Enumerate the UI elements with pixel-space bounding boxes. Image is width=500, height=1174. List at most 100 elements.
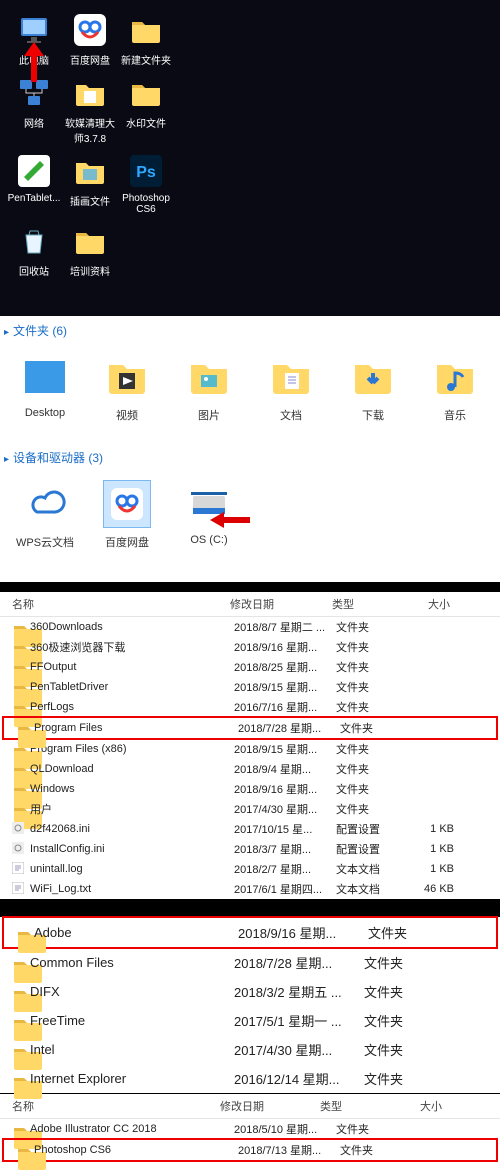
row-uninstall-log[interactable]: unintall.log2018/2/7 星期...文本文档1 KB	[0, 859, 500, 879]
col-size[interactable]: 大小	[398, 596, 458, 612]
folder-icon	[16, 1143, 30, 1157]
desktop-icon-pentablet[interactable]: PenTablet...	[6, 153, 62, 215]
row-wifi-log[interactable]: WiFi_Log.txt2017/6/1 星期四...文本文档46 KB	[0, 879, 500, 899]
file-size: 1 KB	[402, 863, 462, 875]
file-date: 2018/9/15 星期...	[234, 741, 336, 757]
file-date: 2018/9/4 星期...	[234, 761, 336, 777]
row-installconfig[interactable]: InstallConfig.ini2018/3/7 星期...配置设置1 KB	[0, 839, 500, 859]
file-type: 文本文档	[336, 861, 402, 877]
row-program-files-x86[interactable]: Program Files (x86)2018/9/15 星期...文件夹	[0, 739, 500, 759]
library-documents[interactable]: 文档	[256, 353, 326, 423]
desktop-icon-watermark[interactable]: 水印文件	[118, 75, 174, 145]
folder-icon	[128, 75, 164, 111]
row-360downloads[interactable]: 360Downloads2018/8/7 星期二 ...文件夹	[0, 617, 500, 637]
baidu-icon	[103, 480, 151, 528]
row-program-files[interactable]: Program Files2018/7/28 星期...文件夹	[4, 718, 496, 738]
folder-icon	[12, 956, 26, 970]
wps-cloud-icon	[21, 480, 69, 528]
file-date: 2018/7/13 星期...	[238, 1142, 340, 1158]
file-name: Internet Explorer	[30, 1071, 234, 1086]
row-perflogs[interactable]: PerfLogs2016/7/16 星期...文件夹	[0, 697, 500, 717]
file-date: 2018/9/16 星期...	[234, 639, 336, 655]
row-intel[interactable]: Intel2017/4/30 星期...文件夹	[0, 1035, 500, 1064]
desktop-icon-label: 水印文件	[118, 115, 174, 130]
ini-icon	[12, 842, 26, 856]
library-music[interactable]: 音乐	[420, 353, 490, 423]
drive-baidu[interactable]: 百度网盘	[92, 480, 162, 550]
desktop-icon-training[interactable]: 培训资料	[62, 223, 118, 278]
library-pictures[interactable]: 图片	[174, 353, 244, 423]
row-windows[interactable]: Windows2018/9/16 星期...文件夹	[0, 779, 500, 799]
row-illustrator[interactable]: Adobe Illustrator CC 20182018/5/10 星期...…	[0, 1119, 500, 1139]
folder-icon	[12, 660, 26, 674]
folder-doc-icon	[72, 75, 108, 111]
divider	[0, 899, 500, 917]
file-type: 文件夹	[336, 761, 402, 777]
row-photoshop-cs6[interactable]: Photoshop CS62018/7/13 星期...文件夹	[4, 1140, 496, 1160]
folder-icon	[128, 12, 164, 48]
file-name: Adobe Illustrator CC 2018	[30, 1123, 234, 1135]
folder-icon	[16, 926, 30, 940]
file-type: 文本文档	[336, 881, 402, 897]
app-green-icon	[16, 153, 52, 189]
file-type: 文件夹	[336, 781, 402, 797]
library-label: 下载	[338, 407, 408, 423]
row-difx[interactable]: DIFX2018/3/2 星期五 ...文件夹	[0, 977, 500, 1006]
desktop-icon-label: Photoshop CS6	[118, 193, 174, 215]
file-date: 2018/5/10 星期...	[234, 1121, 336, 1137]
desktop-icon-recycle-bin[interactable]: 回收站	[6, 223, 62, 278]
row-qldownload[interactable]: QLDownload2018/9/4 星期...文件夹	[0, 759, 500, 779]
txt-icon	[12, 882, 26, 896]
row-adobe[interactable]: Adobe2018/9/16 星期...文件夹	[4, 918, 496, 947]
file-type: 文件夹	[336, 699, 402, 715]
file-date: 2018/3/2 星期五 ...	[234, 982, 364, 1001]
library-videos[interactable]: 视频	[92, 353, 162, 423]
file-type: 文件夹	[336, 619, 402, 635]
folder-icon	[12, 1014, 26, 1028]
col-type[interactable]: 类型	[320, 1098, 390, 1114]
downloads-icon	[349, 353, 397, 401]
desktop-tile-icon	[21, 353, 69, 401]
file-name: WiFi_Log.txt	[30, 883, 234, 895]
divider	[0, 582, 500, 592]
row-users[interactable]: 用户2017/4/30 星期...文件夹	[0, 799, 500, 819]
drive-label: 百度网盘	[92, 534, 162, 550]
folders-section-title[interactable]: 文件夹 (6)	[0, 316, 500, 341]
row-pentabletdriver[interactable]: PenTabletDriver2018/9/15 星期...文件夹	[0, 677, 500, 697]
desktop-icon-baidu-netdisk[interactable]: 百度网盘	[62, 12, 118, 67]
row-d2f42068[interactable]: d2f42068.ini2017/10/15 星...配置设置1 KB	[0, 819, 500, 839]
file-date: 2017/6/1 星期四...	[234, 881, 336, 897]
recycle-icon	[16, 223, 52, 259]
ini-icon	[12, 822, 26, 836]
folder-icon	[72, 223, 108, 259]
col-name[interactable]: 名称	[2, 1098, 220, 1114]
file-date: 2016/12/14 星期...	[234, 1069, 364, 1088]
video-icon	[103, 353, 151, 401]
file-date: 2018/7/28 星期...	[238, 720, 340, 736]
row-common-files[interactable]: Common Files2018/7/28 星期...文件夹	[0, 948, 500, 977]
desktop-icon-cleaner[interactable]: 软媒清理大师3.7.8	[62, 75, 118, 145]
desktop-icon-new-folder[interactable]: 新建文件夹	[118, 12, 174, 67]
library-desktop[interactable]: Desktop	[10, 353, 80, 423]
table1-body: 360Downloads2018/8/7 星期二 ...文件夹360极速浏览器下…	[0, 617, 500, 899]
desktop-icon-label: 网络	[6, 115, 62, 130]
drive-wps-cloud[interactable]: WPS云文档	[10, 480, 80, 550]
desktop-icon-network[interactable]: 网络	[6, 75, 62, 145]
row-ie[interactable]: Internet Explorer2016/12/14 星期...文件夹	[0, 1064, 500, 1093]
desktop-icon-photoshop[interactable]: Ps Photoshop CS6	[118, 153, 174, 215]
library-downloads[interactable]: 下载	[338, 353, 408, 423]
col-name[interactable]: 名称	[2, 596, 230, 612]
col-date[interactable]: 修改日期	[220, 1098, 320, 1114]
file-name: 360Downloads	[30, 621, 234, 633]
ps-icon: Ps	[128, 153, 164, 189]
file-date: 2017/4/30 星期...	[234, 1040, 364, 1059]
file-size: 1 KB	[402, 843, 462, 855]
col-date[interactable]: 修改日期	[230, 596, 332, 612]
row-ffoutput[interactable]: FFOutput2018/8/25 星期...文件夹	[0, 657, 500, 677]
col-size[interactable]: 大小	[390, 1098, 450, 1114]
col-type[interactable]: 类型	[332, 596, 398, 612]
row-360browser[interactable]: 360极速浏览器下载2018/9/16 星期...文件夹	[0, 637, 500, 657]
row-freetime[interactable]: FreeTime2017/5/1 星期一 ...文件夹	[0, 1006, 500, 1035]
drives-section-title[interactable]: 设备和驱动器 (3)	[0, 443, 500, 468]
desktop-icon-illustration[interactable]: 插画文件	[62, 153, 118, 215]
